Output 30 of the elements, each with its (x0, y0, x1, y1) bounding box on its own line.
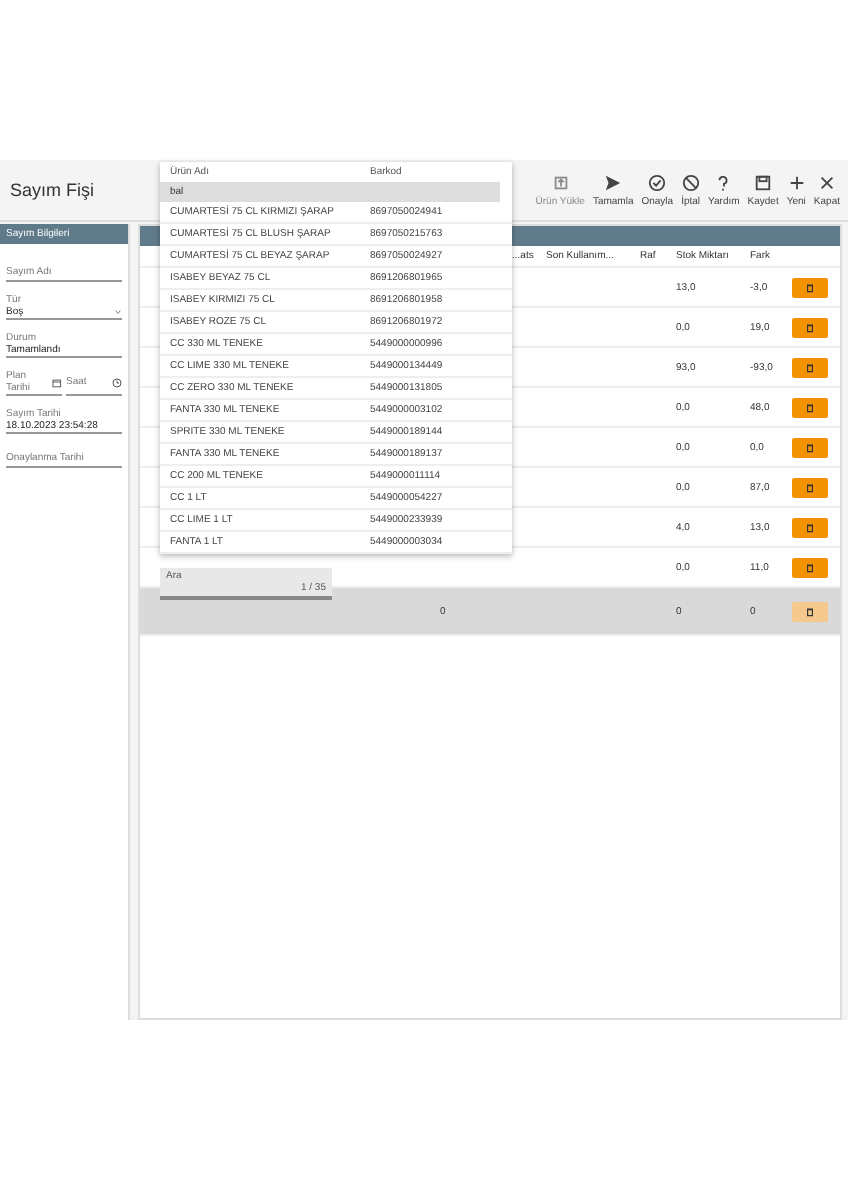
trash-icon (804, 521, 816, 533)
clock-icon (112, 377, 122, 387)
send-icon (604, 173, 623, 191)
help-icon (714, 173, 733, 191)
delete-button[interactable] (792, 277, 828, 297)
trash-icon (804, 441, 816, 453)
delete-button[interactable] (792, 357, 828, 377)
caret-icon (114, 308, 122, 316)
delete-button[interactable] (792, 517, 828, 537)
delete-button[interactable] (792, 317, 828, 337)
save-icon (754, 173, 773, 191)
delete-button[interactable] (792, 601, 828, 621)
calendar-icon (52, 377, 62, 387)
upload-icon (551, 173, 570, 191)
trash-icon (804, 361, 816, 373)
trash-icon (804, 401, 816, 413)
cancel-icon (681, 173, 700, 191)
trash-icon (804, 481, 816, 493)
delete-button[interactable] (792, 397, 828, 417)
trash-icon (804, 561, 816, 573)
plus-icon (787, 173, 806, 191)
close-icon (817, 173, 836, 191)
delete-button[interactable] (792, 477, 828, 497)
delete-button[interactable] (792, 437, 828, 457)
delete-button[interactable] (792, 557, 828, 577)
window-title: Sayım Fişi (10, 180, 95, 200)
trash-icon (804, 321, 816, 333)
trash-icon (804, 605, 816, 617)
trash-icon (804, 281, 816, 293)
check-circle-icon (648, 173, 667, 191)
